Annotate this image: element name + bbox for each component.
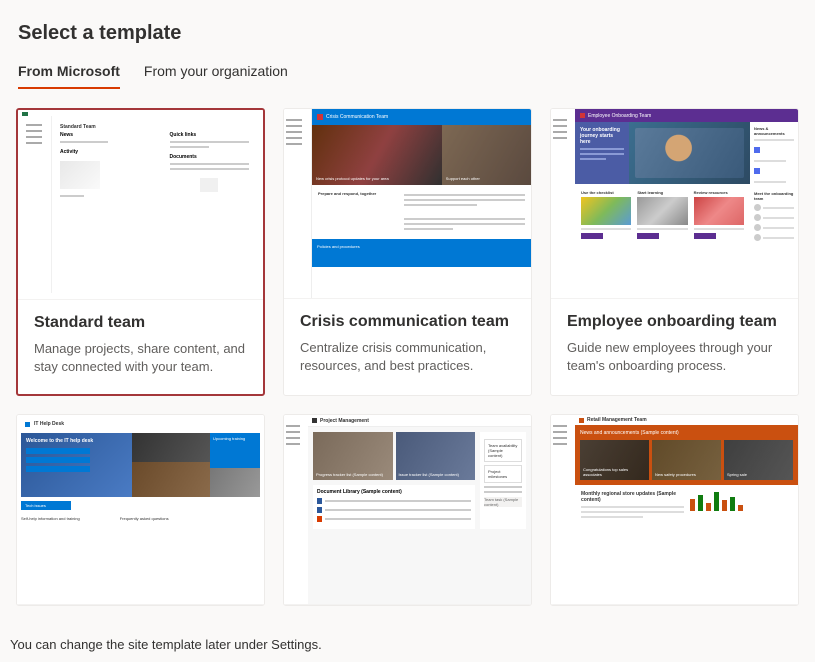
page-title: Select a template [0, 0, 815, 63]
template-card-crisis-communication[interactable]: Crisis Communication Team New crisis pro… [283, 108, 532, 396]
template-thumbnail: Standard Team News Activity Quick links … [18, 110, 263, 300]
template-title: Standard team [34, 314, 247, 332]
template-thumbnail: Employee Onboarding Team Your onboarding… [551, 109, 798, 299]
template-title: Employee onboarding team [567, 313, 782, 331]
template-description: Manage projects, share content, and stay… [34, 340, 247, 376]
template-card-standard-team[interactable]: Standard Team News Activity Quick links … [16, 108, 265, 396]
template-description: Guide new employees through your team's … [567, 339, 782, 375]
template-thumbnail: Project Management Progress tracker list… [284, 415, 531, 605]
template-description: Centralize crisis communication, resourc… [300, 339, 515, 375]
tab-from-microsoft[interactable]: From Microsoft [18, 63, 120, 89]
footer-note: You can change the site template later u… [10, 637, 322, 652]
template-thumbnail: Retail Management Team News and announce… [551, 415, 798, 605]
template-title: Crisis communication team [300, 313, 515, 331]
template-card-project-management[interactable]: Project Management Progress tracker list… [283, 414, 532, 606]
template-grid: Standard Team News Activity Quick links … [0, 90, 815, 624]
tabs-bar: From Microsoft From your organization [0, 63, 815, 90]
template-card-employee-onboarding[interactable]: Employee Onboarding Team Your onboarding… [550, 108, 799, 396]
template-card-retail-management[interactable]: Retail Management Team News and announce… [550, 414, 799, 606]
template-thumbnail: Crisis Communication Team New crisis pro… [284, 109, 531, 299]
template-thumbnail: IT Help Desk Welcome to the IT help desk… [17, 415, 264, 605]
tab-from-organization[interactable]: From your organization [144, 63, 288, 89]
template-card-it-help-desk[interactable]: IT Help Desk Welcome to the IT help desk… [16, 414, 265, 606]
